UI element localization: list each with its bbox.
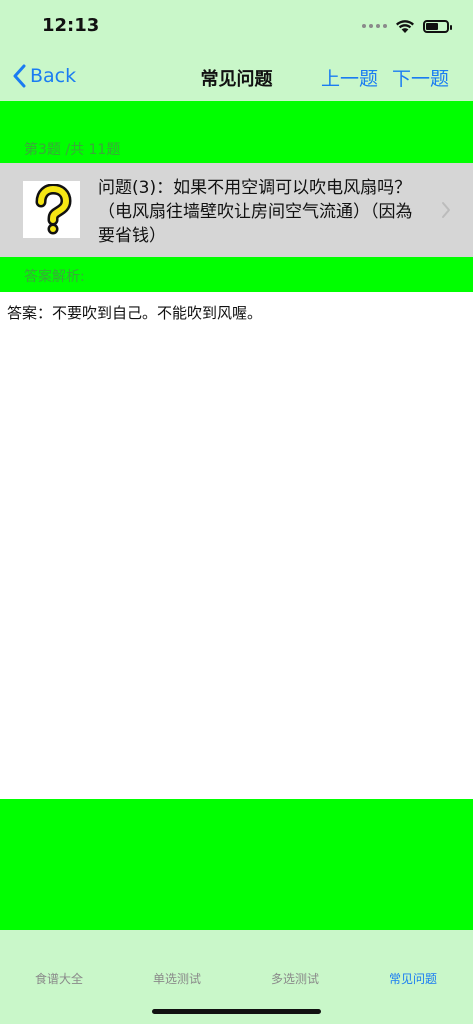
previous-question-button[interactable]: 上一题 <box>321 64 378 91</box>
bottom-banner <box>0 799 473 930</box>
question-mark-icon <box>35 183 72 234</box>
cellular-signal-icon <box>362 24 387 28</box>
wifi-icon <box>396 19 414 33</box>
question-header-section: 第3题 /共 11题 <box>0 101 473 163</box>
tab-faq[interactable]: 常见问题 <box>354 970 472 987</box>
question-counter: 第3题 /共 11题 <box>24 142 121 158</box>
answer-text: 答案：不要吹到自己。不能吹到风喔。 <box>7 304 263 322</box>
navigation-bar: Back 常见问题 上一题 下一题 <box>0 50 473 101</box>
question-row[interactable]: 问题(3)：如果不用空调可以吹电风扇吗？（电风扇往墙壁吹让房间空气流通）（因為要… <box>0 163 473 257</box>
home-indicator[interactable] <box>152 1009 321 1014</box>
next-question-button[interactable]: 下一题 <box>392 64 449 91</box>
status-bar: 12:13 <box>0 0 473 50</box>
answer-analysis-header: 答案解析: <box>0 257 473 292</box>
status-icons <box>362 16 452 36</box>
tab-single-choice-test[interactable]: 单选测试 <box>118 970 236 987</box>
chevron-right-icon <box>442 202 450 218</box>
status-time: 12:13 <box>42 15 100 36</box>
battery-icon <box>423 19 452 33</box>
tab-multiple-choice-test[interactable]: 多选测试 <box>236 970 354 987</box>
tab-recipes[interactable]: 食谱大全 <box>0 970 118 987</box>
question-text: 问题(3)：如果不用空调可以吹电风扇吗？（电风扇往墙壁吹让房间空气流通）（因為要… <box>98 178 413 246</box>
question-image <box>23 181 80 238</box>
answer-analysis-label: 答案解析: <box>24 269 85 285</box>
